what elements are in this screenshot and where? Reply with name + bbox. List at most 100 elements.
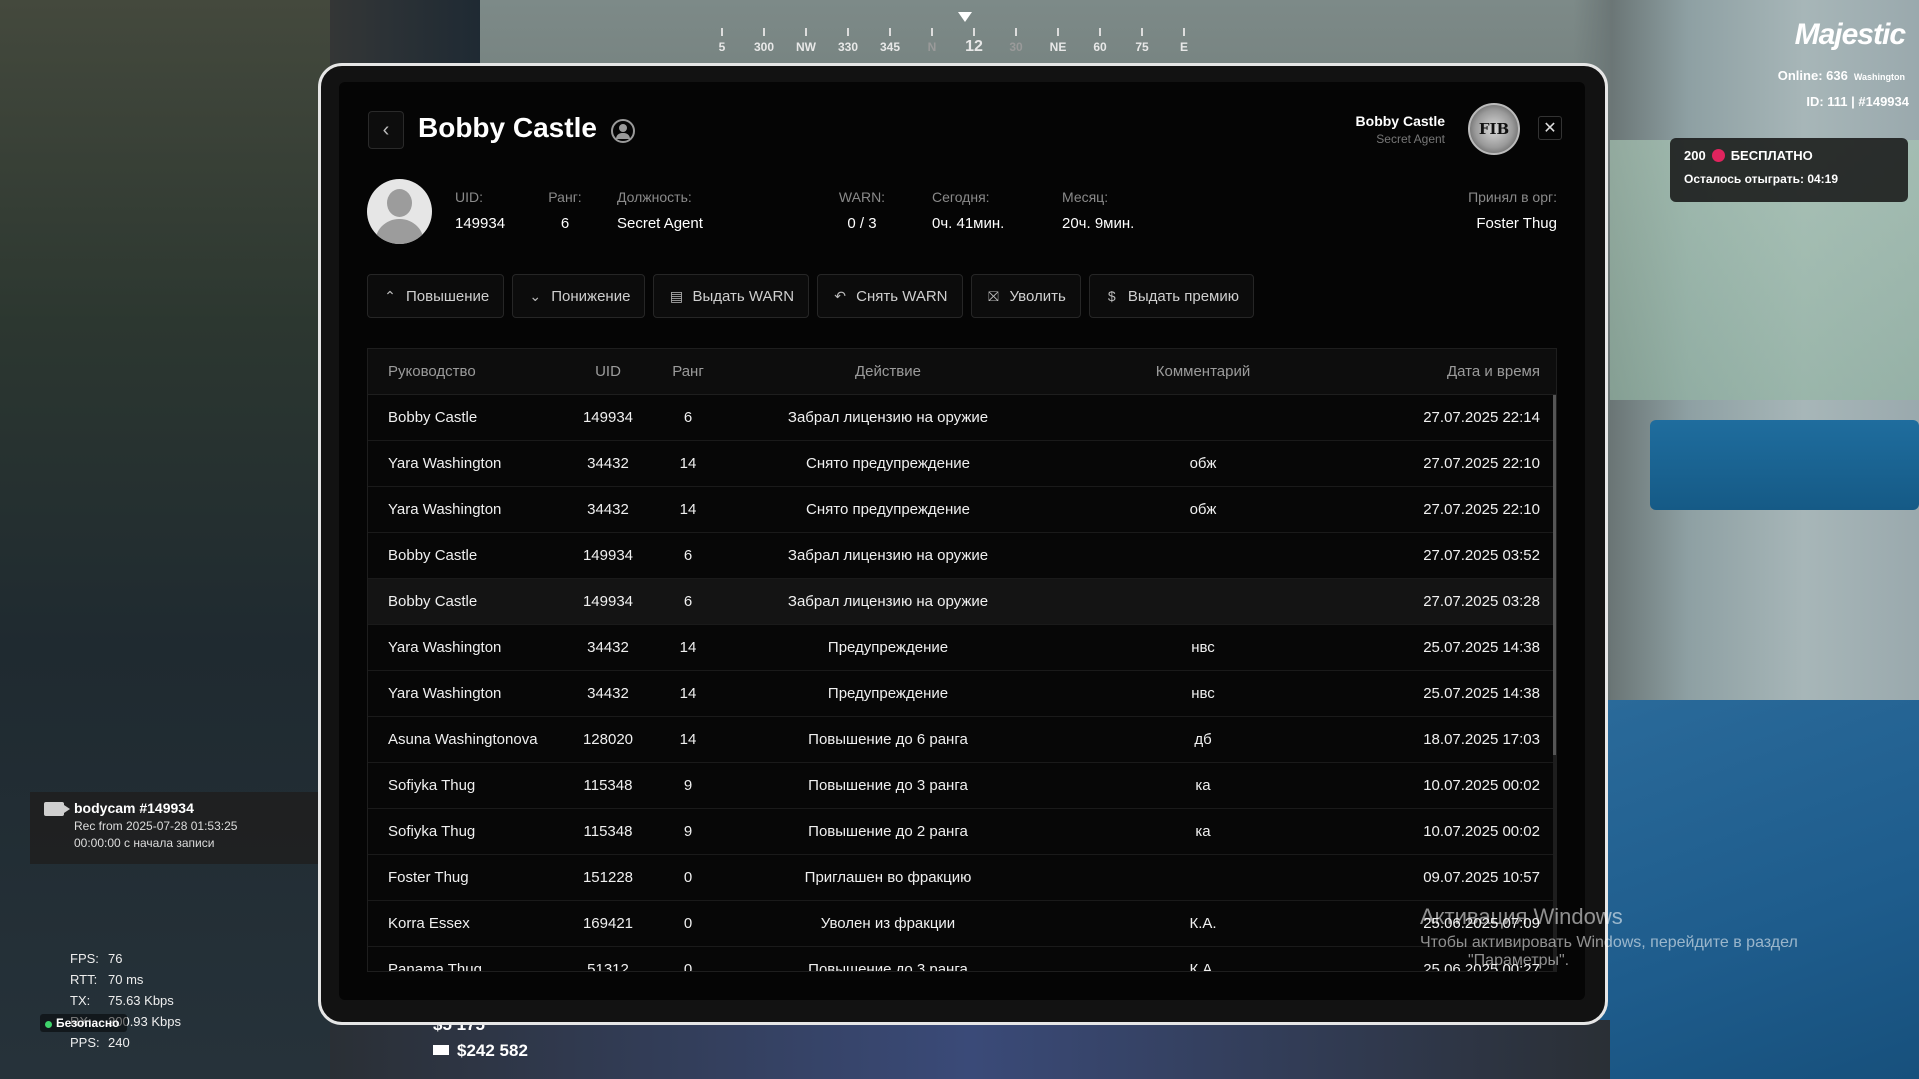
scene-floor bbox=[1600, 700, 1919, 1079]
cell-manager: Foster Thug bbox=[388, 869, 469, 886]
chevron-left-icon: ‹ bbox=[382, 118, 390, 141]
compass-tick bbox=[1099, 28, 1101, 36]
demote-button[interactable]: ⌄ Понижение bbox=[512, 274, 646, 318]
user-icon[interactable] bbox=[611, 119, 635, 143]
cell-datetime: 10.07.2025 00:02 bbox=[1423, 777, 1540, 794]
month-label: Месяц: bbox=[1062, 189, 1109, 205]
compass-tick bbox=[721, 28, 723, 36]
table-row[interactable]: Korra Essex 169421 0 Уволен из фракции К.А. 2… bbox=[368, 901, 1556, 947]
table-row[interactable]: Bobby Castle 149934 6 Забрал лицензию на ор… bbox=[368, 579, 1556, 625]
cell-comment: нвс bbox=[1191, 685, 1215, 702]
cell-uid: 34432 bbox=[587, 501, 629, 518]
rank-label: Ранг: bbox=[548, 189, 582, 205]
cell-uid: 128020 bbox=[582, 731, 634, 748]
close-icon: ✕ bbox=[1543, 120, 1557, 137]
cell-datetime: 10.07.2025 00:02 bbox=[1423, 823, 1540, 840]
watermark-title: Активация Windows bbox=[1420, 904, 1623, 929]
col-comment: Комментарий bbox=[1155, 363, 1251, 380]
arrow-up-icon: ⌃ bbox=[384, 288, 396, 304]
table-row[interactable]: Panama Thug 51312 0 Повышение до 3 ранга К.А… bbox=[368, 947, 1556, 972]
table-row[interactable]: Yara Washington 34432 14 Снято предупрежден… bbox=[368, 441, 1556, 487]
cell-rank: 6 bbox=[683, 547, 693, 564]
cell-manager: Sofiyka Thug bbox=[388, 777, 476, 794]
table-row[interactable]: Sofiyka Thug 115348 9 Повышение до 3 ранга к… bbox=[368, 763, 1556, 809]
give-bonus-label: Выдать премию bbox=[1127, 287, 1239, 305]
scene-bed bbox=[1650, 420, 1919, 510]
table-row[interactable]: Yara Washington 34432 14 Предупреждение нвс 2… bbox=[368, 625, 1556, 671]
cell-rank: 6 bbox=[683, 593, 693, 610]
compass-mark: N bbox=[927, 40, 937, 54]
fib-badge-icon: FIB bbox=[1468, 103, 1520, 155]
fire-label: Уволить bbox=[1009, 287, 1066, 305]
give-warn-button[interactable]: ▤ Выдать WARN bbox=[653, 274, 810, 318]
cell-uid: 115348 bbox=[583, 823, 633, 840]
table-scrollbar[interactable] bbox=[1553, 395, 1556, 971]
player-id: ID: 111 | #149934 bbox=[1806, 94, 1909, 109]
back-button[interactable]: ‹ bbox=[368, 111, 404, 149]
cell-uid: 115348 bbox=[583, 777, 633, 794]
history-table: Руководство UID Ранг Действие Комментари… bbox=[367, 348, 1557, 972]
cell-action: Повышение до 6 ранга bbox=[808, 731, 968, 748]
cell-comment: К.А. bbox=[1189, 915, 1217, 932]
table-row[interactable]: Asuna Washingtonova 128020 14 Повышение до … bbox=[368, 717, 1556, 763]
stat-value: 76 bbox=[108, 951, 123, 966]
bank-amount: $242 582 bbox=[433, 1041, 528, 1061]
info-rank: Ранг: 6 bbox=[545, 189, 585, 232]
table-row[interactable]: Bobby Castle 149934 6 Забрал лицензию на ор… bbox=[368, 395, 1556, 441]
server-name: Washington bbox=[1853, 72, 1905, 82]
compass-mark: E bbox=[1179, 40, 1189, 54]
cell-rank: 0 bbox=[683, 915, 693, 932]
cell-datetime: 25.07.2025 14:38 bbox=[1423, 685, 1540, 702]
col-manager: Руководство bbox=[388, 363, 476, 380]
undo-icon: ↶ bbox=[834, 288, 846, 304]
compass-tick bbox=[931, 28, 933, 36]
table-row[interactable]: Foster Thug 151228 0 Приглашен во фракцию 09… bbox=[368, 855, 1556, 901]
cell-manager: Panama Thug bbox=[388, 961, 482, 972]
position-value: Secret Agent bbox=[617, 215, 703, 232]
cell-comment: ка bbox=[1195, 823, 1211, 840]
stat-key: TX: bbox=[70, 993, 91, 1008]
close-button[interactable]: ✕ bbox=[1538, 116, 1562, 140]
compass-mark: 5 bbox=[718, 40, 726, 54]
cell-uid: 151228 bbox=[582, 869, 634, 886]
cell-action: Снято предупреждение bbox=[806, 501, 970, 518]
cell-action: Снято предупреждение bbox=[806, 455, 970, 472]
bodycam-overlay: bodycam #149934 Rec from 2025-07-28 01:5… bbox=[30, 792, 320, 864]
cell-uid: 149934 bbox=[582, 593, 634, 610]
compass-tick bbox=[847, 28, 849, 36]
today-label: Сегодня: bbox=[932, 189, 990, 205]
cell-rank: 6 bbox=[683, 409, 693, 426]
online-counter: Online: 636 Washington bbox=[1778, 68, 1905, 83]
compass-tick bbox=[1057, 28, 1059, 36]
cell-action: Уволен из фракции bbox=[820, 915, 956, 932]
stat-value: 70 ms bbox=[108, 972, 144, 987]
bodycam-rec: Rec from 2025-07-28 01:53:25 bbox=[74, 819, 238, 833]
bonus-text: БЕСПЛАТНО bbox=[1730, 148, 1813, 163]
table-row[interactable]: Sofiyka Thug 115348 9 Повышение до 2 ранга к… bbox=[368, 809, 1556, 855]
table-row[interactable]: Yara Washington 34432 14 Снято предупрежден… bbox=[368, 487, 1556, 533]
cell-manager: Bobby Castle bbox=[388, 593, 478, 610]
compass-tick bbox=[1141, 28, 1143, 36]
cell-action: Забрал лицензию на оружие bbox=[787, 409, 989, 426]
uid-label: UID: bbox=[455, 189, 483, 205]
fire-button[interactable]: ⛝ Уволить bbox=[970, 274, 1081, 318]
scrollbar-thumb[interactable] bbox=[1553, 395, 1556, 755]
promote-button[interactable]: ⌃ Повышение bbox=[367, 274, 505, 318]
rank-value: 6 bbox=[560, 215, 570, 232]
remove-warn-button[interactable]: ↶ Снять WARN bbox=[817, 274, 963, 318]
warn-label: WARN: bbox=[838, 189, 886, 205]
coin-icon bbox=[1711, 149, 1725, 162]
cell-manager: Bobby Castle bbox=[388, 409, 478, 426]
page-title: Bobby Castle bbox=[418, 112, 597, 143]
give-bonus-button[interactable]: $ Выдать премию bbox=[1088, 274, 1254, 318]
table-row[interactable]: Bobby Castle 149934 6 Забрал лицензию на ор… bbox=[368, 533, 1556, 579]
info-today: Сегодня: 0ч. 41мин. bbox=[932, 189, 1004, 232]
table-row[interactable]: Yara Washington 34432 14 Предупреждение нвс 2… bbox=[368, 671, 1556, 717]
compass-mark: 12 bbox=[965, 38, 983, 55]
compass-tick bbox=[805, 28, 807, 36]
cell-comment: обж bbox=[1189, 501, 1217, 518]
compass-mark: 330 bbox=[837, 40, 859, 54]
compass-mark: NE bbox=[1049, 40, 1067, 54]
action-bar: ⌃ Повышение ⌄ Понижение ▤ Выдать WARN ↶ Снят… bbox=[367, 274, 1254, 318]
cell-uid: 34432 bbox=[587, 639, 629, 656]
